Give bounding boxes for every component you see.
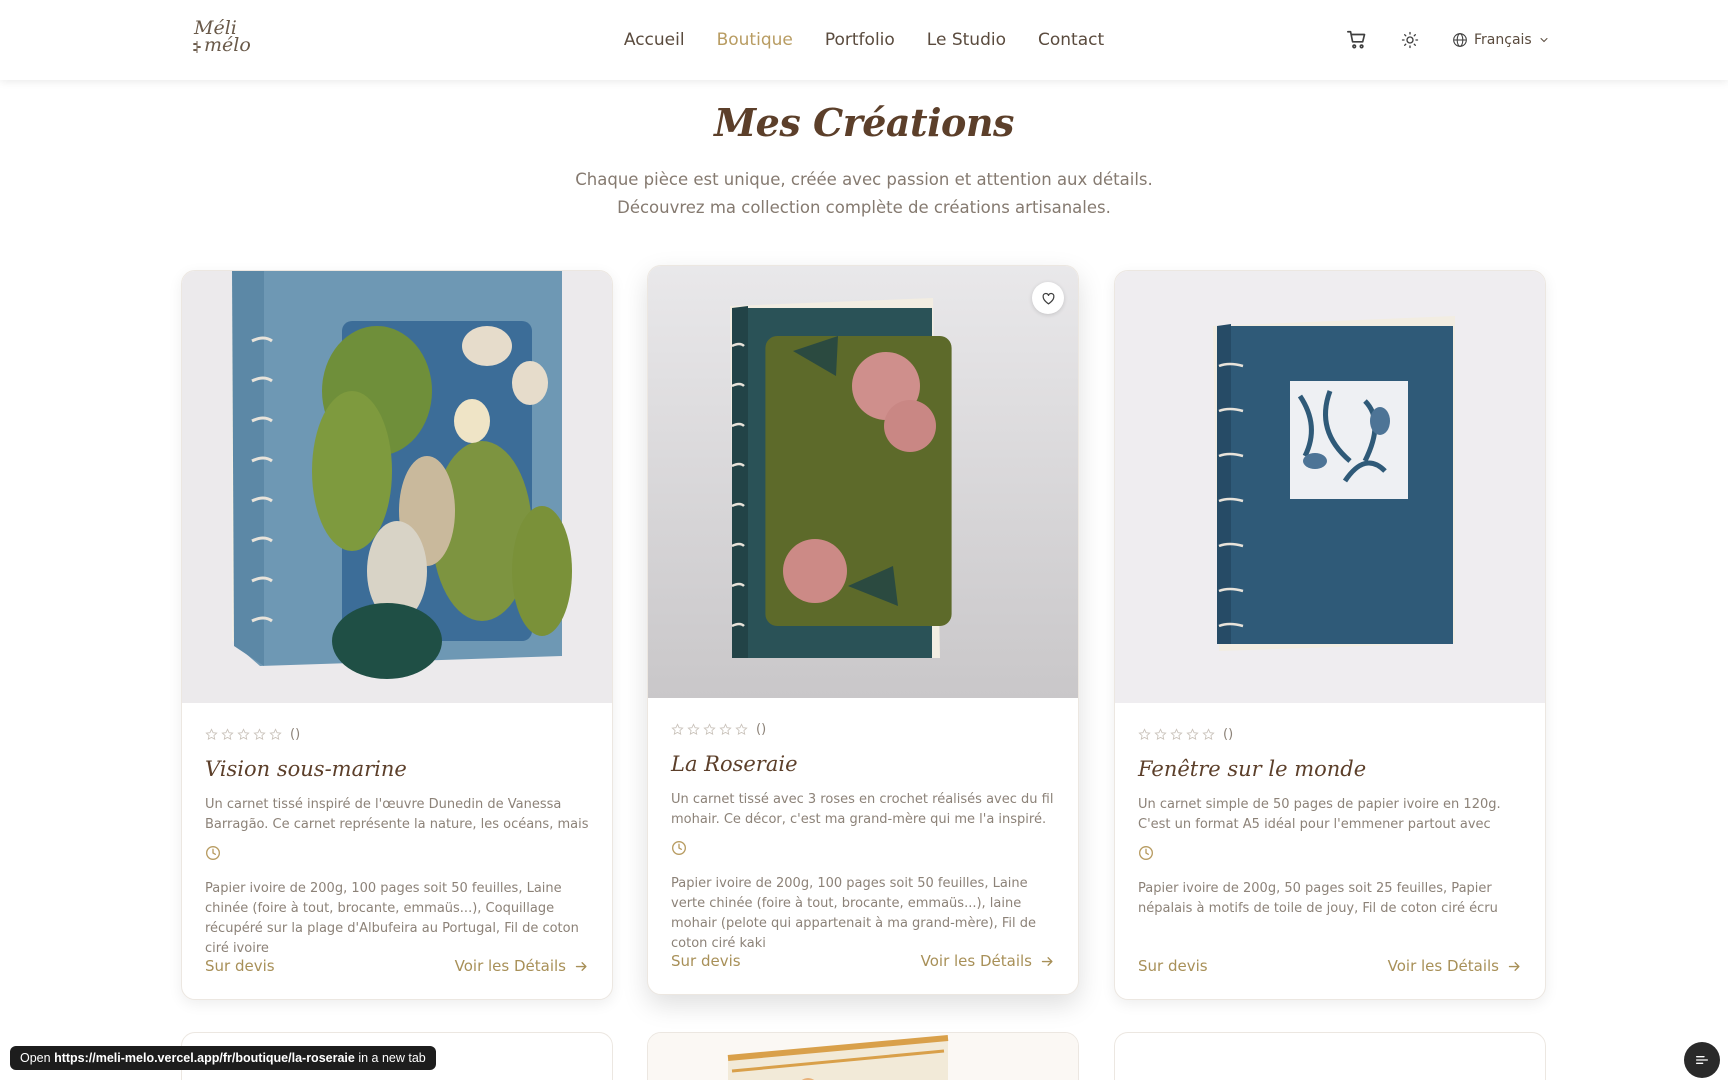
nav-contact[interactable]: Contact bbox=[1038, 26, 1104, 54]
star-icon bbox=[671, 722, 684, 735]
star-icon bbox=[205, 727, 218, 740]
chevron-down-icon bbox=[1540, 38, 1548, 43]
view-details-link[interactable]: Voir les Détails bbox=[455, 957, 589, 975]
list-icon bbox=[1696, 1056, 1708, 1064]
arrow-right-icon bbox=[1041, 956, 1053, 966]
product-title[interactable]: Fenêtre sur le monde bbox=[1138, 754, 1522, 784]
product-materials: Papier ivoire de 200g, 100 pages soit 50… bbox=[671, 876, 1036, 951]
star-icon bbox=[253, 727, 266, 740]
rating-stars: () bbox=[671, 720, 1055, 738]
star-icon bbox=[719, 722, 732, 735]
product-image[interactable] bbox=[648, 266, 1078, 698]
star-icon bbox=[1170, 727, 1183, 740]
page-subtitle: Chaque pièce est unique, créée avec pass… bbox=[575, 170, 1153, 217]
star-icon bbox=[269, 727, 282, 740]
cart-button[interactable] bbox=[1345, 28, 1369, 52]
product-card-next-2[interactable] bbox=[647, 1032, 1079, 1080]
heart-icon bbox=[1042, 292, 1054, 304]
product-card-vision-sous-marine[interactable]: () Vision sous-marine Un carnet tissé in… bbox=[181, 270, 613, 1000]
product-card-next-3[interactable] bbox=[1114, 1032, 1546, 1080]
theme-toggle-button[interactable] bbox=[1398, 28, 1422, 52]
site-header: Méli mélo Accueil Boutique Portfolio Le … bbox=[0, 0, 1728, 80]
clock-icon bbox=[1139, 846, 1153, 860]
view-details-label: Voir les Détails bbox=[454, 957, 566, 975]
rating-count: () bbox=[756, 721, 767, 737]
product-price: Sur devis bbox=[671, 952, 741, 970]
language-label: Français bbox=[1474, 32, 1532, 48]
star-icon bbox=[1202, 727, 1215, 740]
status-prefix: Open bbox=[20, 1051, 51, 1065]
product-image[interactable] bbox=[1115, 271, 1545, 703]
star-icon bbox=[1186, 727, 1199, 740]
view-details-link[interactable]: Voir les Détails bbox=[1388, 957, 1522, 975]
star-icon bbox=[237, 727, 250, 740]
nav-le-studio[interactable]: Le Studio bbox=[927, 26, 1006, 54]
status-url: https://meli-melo.vercel.app/fr/boutique… bbox=[54, 1051, 355, 1065]
view-details-link[interactable]: Voir les Détails bbox=[921, 952, 1055, 970]
sun-icon bbox=[1401, 31, 1419, 49]
star-icon bbox=[1154, 727, 1167, 740]
star-icon bbox=[1138, 727, 1151, 740]
floating-menu-button[interactable] bbox=[1684, 1042, 1720, 1078]
globe-icon bbox=[1453, 33, 1467, 47]
product-price: Sur devis bbox=[205, 957, 275, 975]
rating-count: () bbox=[1223, 726, 1234, 742]
nav-portfolio[interactable]: Portfolio bbox=[825, 26, 895, 54]
nav-boutique[interactable]: Boutique bbox=[717, 26, 793, 54]
product-title[interactable]: Vision sous-marine bbox=[205, 754, 589, 784]
arrow-right-icon bbox=[1508, 961, 1520, 971]
product-title[interactable]: La Roseraie bbox=[671, 749, 1055, 779]
product-description: Un carnet simple de 50 pages de papier i… bbox=[1138, 797, 1501, 832]
product-materials: Papier ivoire de 200g, 100 pages soit 50… bbox=[205, 881, 579, 956]
view-details-label: Voir les Détails bbox=[920, 952, 1032, 970]
rating-stars: () bbox=[1138, 725, 1522, 743]
star-icon bbox=[687, 722, 700, 735]
language-selector[interactable]: Français bbox=[1452, 26, 1550, 54]
product-card-fenetre-sur-le-monde[interactable]: () Fenêtre sur le monde Un carnet simple… bbox=[1114, 270, 1546, 1000]
star-icon bbox=[735, 722, 748, 735]
star-icon bbox=[221, 727, 234, 740]
product-description: Un carnet tissé avec 3 roses en crochet … bbox=[671, 792, 1054, 827]
status-suffix: in a new tab bbox=[358, 1051, 426, 1065]
cart-icon bbox=[1347, 30, 1366, 49]
nav-accueil[interactable]: Accueil bbox=[624, 26, 685, 54]
rating-count: () bbox=[290, 726, 301, 742]
star-icon bbox=[703, 722, 716, 735]
clock-icon bbox=[206, 846, 220, 860]
rating-stars: () bbox=[205, 725, 589, 743]
product-description: Un carnet tissé inspiré de l'œuvre Duned… bbox=[205, 797, 589, 832]
product-materials: Papier ivoire de 200g, 50 pages soit 25 … bbox=[1138, 881, 1498, 916]
product-price: Sur devis bbox=[1138, 957, 1208, 975]
product-card-la-roseraie[interactable]: () La Roseraie Un carnet tissé avec 3 ro… bbox=[647, 265, 1079, 995]
favorite-button[interactable] bbox=[1032, 282, 1064, 314]
view-details-label: Voir les Détails bbox=[1387, 957, 1499, 975]
link-status-bar: Open https://meli-melo.vercel.app/fr/bou… bbox=[10, 1046, 436, 1070]
product-image[interactable] bbox=[182, 271, 612, 703]
page-title: Mes Créations bbox=[714, 100, 1014, 145]
arrow-right-icon bbox=[575, 961, 587, 971]
clock-icon bbox=[672, 841, 686, 855]
